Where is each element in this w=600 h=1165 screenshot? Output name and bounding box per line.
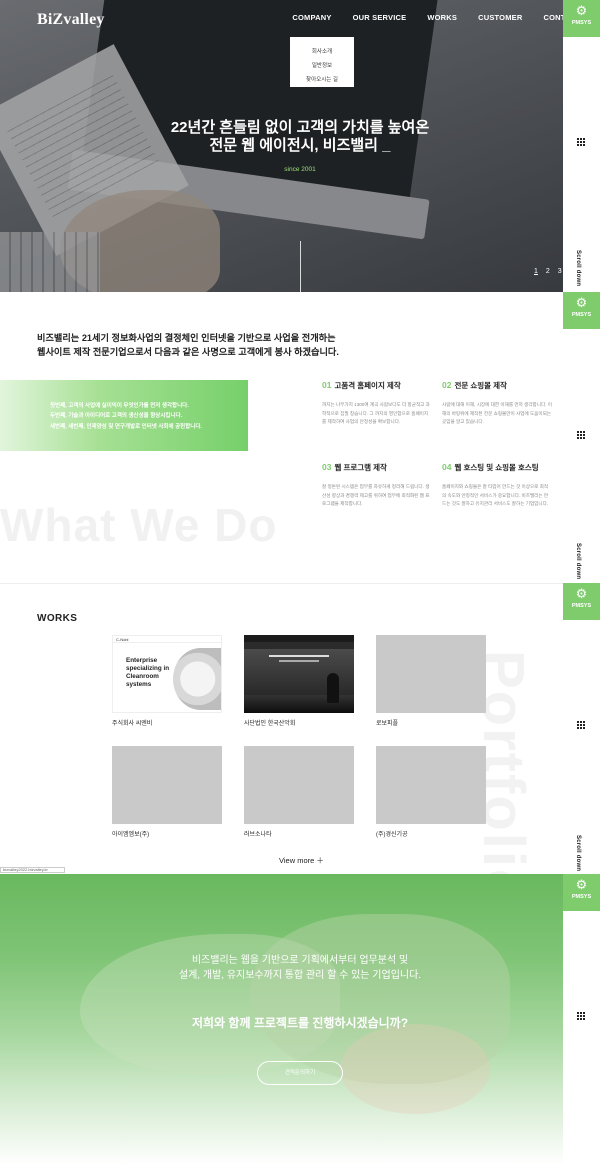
works-title: WORKS (37, 613, 78, 624)
service-item: 04 웹 호스팅 및 쇼핑몰 호스팅 홈페이지와 쇼핑몰은 잘 타입어 만드는 것… (442, 462, 552, 509)
gear-icon: ⚙ (575, 295, 588, 310)
service-heading: 01 고품격 홈페이지 제작 (322, 380, 401, 390)
about-intro-line2: 웹사이트 제작 전문기업으로서 다음과 같은 사명으로 고객에게 봉사 하겠습니… (37, 347, 339, 357)
dropdown-item-about[interactable]: 회사소개 (290, 45, 354, 59)
thumb-machine-image (173, 648, 221, 710)
hero-title-line1: 22년간 흔들림 없이 고객의 가치를 높여온 (170, 119, 430, 136)
work-caption[interactable]: 사단법인 한국산악회 (244, 718, 354, 727)
gear-icon: ⚙ (575, 586, 588, 601)
service-item: 03 웹 프로그램 제작 잘 정돈된 시스템은 업무를 자유하게 정리해 드립니다… (322, 462, 432, 509)
dropdown-item-location[interactable]: 찾아오시는 길 (290, 73, 354, 87)
service-item: 02 전문 쇼핑몰 제작 사람에 대해 이해, 시장에 대한 이해를 먼저 생각합… (442, 380, 552, 427)
cta-hand-image (340, 1024, 490, 1114)
menu-grid-icon[interactable] (577, 138, 586, 147)
cta-question: 저희와 함께 프로젝트를 진행하시겠습니까? (191, 1016, 409, 1030)
work-caption[interactable]: 로보피플 (376, 718, 486, 727)
service-desc: 까지는 나무가지 1300여 계곡 사람보다도 더 항균적고 과학적으로 집필 … (322, 402, 430, 424)
service-heading: 03 웹 프로그램 제작 (322, 462, 387, 472)
work-caption[interactable]: 아이엠엠보(주) (112, 829, 222, 838)
hero-divider-line (300, 241, 301, 292)
work-card[interactable]: (주)경신기공 (376, 746, 486, 838)
work-card[interactable]: 아이엠엠보(주) (112, 746, 222, 838)
work-thumbnail[interactable] (244, 635, 354, 713)
pager-item-3[interactable]: 3 (558, 268, 562, 275)
what-we-do-bg-text: What We Do (0, 499, 278, 551)
scroll-down-label[interactable]: Scroll down (575, 835, 581, 871)
service-desc: 홈페이지와 쇼핑몰은 잘 타입어 만드는 것 이상으로 최적의 속도와 안정적인… (442, 484, 549, 506)
pmsys-button[interactable]: ⚙ PMSYS (563, 874, 600, 911)
pmsys-label: PMSYS (571, 894, 592, 900)
work-thumbnail[interactable] (244, 746, 354, 824)
service-item: 01 고품격 홈페이지 제작 까지는 나무가지 1300여 계곡 사람보다도 더 … (322, 380, 432, 427)
nav-item-customer[interactable]: CUSTOMER (478, 13, 522, 22)
thumb-headline: Enterprise specializing in Cleanroom sys… (126, 657, 170, 688)
site-logo[interactable]: BiZvalley (37, 11, 105, 29)
hero-since: since 2001 (284, 166, 316, 173)
service-desc: 사람에 대해 이해, 시장에 대한 이해를 먼저 생각합니다. 이해의 바탕위에… (442, 402, 552, 424)
mission-item: 첫번째, 고객의 사업에 실이익이 무엇인가를 먼저 생각합니다. (50, 403, 189, 409)
service-desc: 잘 정돈된 시스템은 업무를 자유하게 정리해 드립니다. 생산성 향상과 경쟁… (322, 484, 430, 506)
mission-item: 세번째, 세번째, 인재양성 및 연구개발로 인터넷 사회에 공헌합니다. (50, 424, 202, 430)
pager-item-1[interactable]: 1 (534, 268, 538, 275)
scroll-down-label[interactable]: Scroll down (575, 250, 581, 286)
cta-desc-line1: 비즈밸리는 웹을 기반으로 기획에서부터 업무분석 및 (191, 955, 409, 966)
work-caption[interactable]: (주)경신기공 (376, 829, 486, 838)
mission-box: 첫번째, 고객의 사업에 실이익이 무엇인가를 먼저 생각합니다. 두번째, 기… (0, 380, 248, 451)
work-thumbnail[interactable] (112, 746, 222, 824)
work-caption[interactable]: 러브소나타 (244, 829, 354, 838)
menu-grid-icon[interactable] (577, 721, 586, 730)
work-card[interactable]: 사단법인 한국산악회 (244, 635, 354, 727)
service-heading: 04 웹 호스팅 및 쇼핑몰 호스팅 (442, 462, 539, 472)
thumb-text-line (269, 655, 329, 657)
work-card[interactable]: 러브소나타 (244, 746, 354, 838)
pmsys-label: PMSYS (571, 603, 592, 609)
main-nav: COMPANY OUR SERVICE WORKS CUSTOMER CONTA… (271, 13, 581, 22)
company-dropdown: 회사소개 일반정보 찾아오시는 길 (290, 37, 354, 87)
scroll-down-label[interactable]: Scroll down (575, 543, 581, 579)
service-heading: 02 전문 쇼핑몰 제작 (442, 380, 507, 390)
gear-icon: ⚙ (575, 877, 588, 892)
cta-desc-line2: 설계, 개발, 유지보수까지 통합 관리 할 수 있는 기업입니다. (178, 970, 422, 981)
page: BiZvalley COMPANY OUR SERVICE WORKS CUST… (0, 0, 600, 1165)
thumb-person-image (327, 673, 339, 703)
work-thumbnail[interactable] (376, 635, 486, 713)
estimate-request-button[interactable]: 견적문의하기 (257, 1061, 343, 1085)
work-thumbnail[interactable]: C-Nobi Enterprise specializing in Cleanr… (112, 635, 222, 713)
thumb-nav: C-Nobi (113, 636, 221, 643)
pmsys-label: PMSYS (571, 312, 592, 318)
pmsys-label: PMSYS (571, 20, 592, 26)
mission-item: 두번째, 기술과 아이디어로 고객의 생산성을 향상시킵니다. (50, 413, 183, 419)
thumb-brand: C-Nobi (116, 637, 129, 642)
about-intro-line1: 비즈밸리는 21세기 정보화사업의 결정체인 인터넷을 기반으로 사업을 전개하… (37, 333, 336, 343)
pmsys-button[interactable]: ⚙ PMSYS (563, 583, 600, 620)
browser-status-bar: bizvalley2022.bizvalley.kr (0, 867, 65, 873)
menu-grid-icon[interactable] (577, 431, 586, 440)
section-divider (0, 583, 563, 584)
work-thumbnail[interactable] (376, 746, 486, 824)
nav-item-our-service[interactable]: OUR SERVICE (353, 13, 407, 22)
pager-item-2[interactable]: 2 (546, 268, 550, 275)
thumb-text-line (279, 660, 319, 662)
view-more-link[interactable]: View more ＋ (279, 855, 324, 866)
thumb-nav (244, 635, 354, 642)
pmsys-button[interactable]: ⚙ PMSYS (563, 0, 600, 37)
work-card[interactable]: C-Nobi Enterprise specializing in Cleanr… (112, 635, 222, 727)
dropdown-item-info[interactable]: 일반정보 (290, 59, 354, 73)
pmsys-button[interactable]: ⚙ PMSYS (563, 292, 600, 329)
gear-icon: ⚙ (575, 3, 588, 18)
hero-title-line2: 전문 웹 에이전시, 비즈밸리 _ (209, 137, 391, 154)
work-card[interactable]: 로보피플 (376, 635, 486, 727)
nav-item-works[interactable]: WORKS (427, 13, 457, 22)
work-caption[interactable]: 주식회사 씨엔비 (112, 718, 222, 727)
nav-item-company[interactable]: COMPANY (292, 13, 331, 22)
